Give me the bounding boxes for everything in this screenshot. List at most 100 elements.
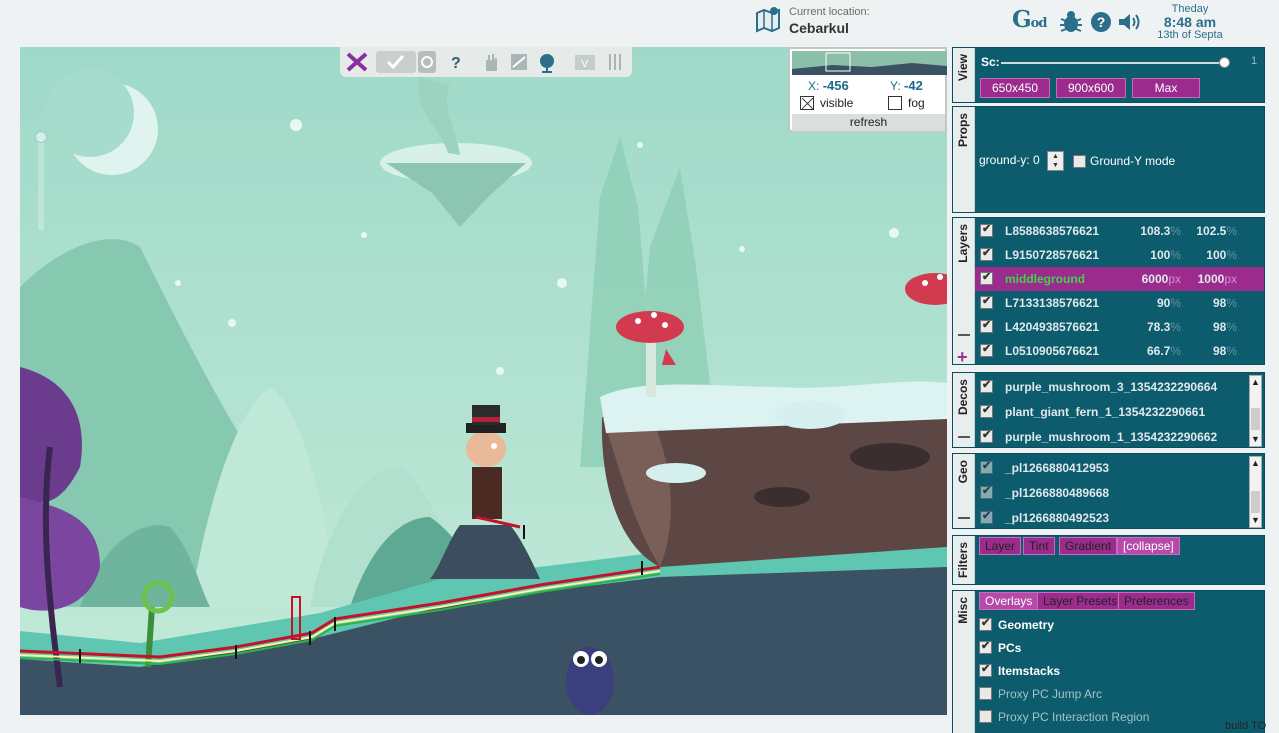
minimap-image[interactable] xyxy=(792,51,947,75)
cross-tools-icon[interactable] xyxy=(345,51,369,73)
geo-row[interactable]: _pl1266880492523 xyxy=(975,506,1246,530)
decos-tab[interactable]: Decos xyxy=(953,373,975,447)
deco-checkbox[interactable] xyxy=(980,378,993,393)
minimap: X: -456 Y: -42 visible fog refresh xyxy=(788,47,947,132)
size-max-button[interactable]: Max xyxy=(1132,78,1200,98)
remove-layer-icon[interactable] xyxy=(958,334,970,336)
layer-visible-checkbox[interactable] xyxy=(980,222,993,237)
filter-tab-tint[interactable]: Tint xyxy=(1023,537,1055,555)
decos-scrollbar[interactable]: ▲ ▼ xyxy=(1249,375,1262,447)
scroll-up-icon[interactable]: ▲ xyxy=(1250,457,1261,470)
size-650x450-button[interactable]: 650x450 xyxy=(980,78,1050,98)
deco-checkbox[interactable] xyxy=(980,403,993,418)
remove-deco-icon[interactable] xyxy=(958,436,970,438)
deco-name: purple_mushroom_3_1354232290664 xyxy=(1005,380,1218,394)
scroll-up-icon[interactable]: ▲ xyxy=(1250,376,1261,389)
layer-row[interactable]: L0510905676621 66.7% 98% xyxy=(975,339,1264,363)
misc-tab-layer-presets[interactable]: Layer Presets xyxy=(1037,592,1124,610)
layer-visible-checkbox[interactable] xyxy=(980,342,993,357)
add-layer-icon[interactable]: + xyxy=(957,348,971,366)
columns-icon[interactable] xyxy=(606,51,624,73)
filter-tab-collapse[interactable]: [collapse] xyxy=(1117,537,1180,555)
layer-value-y: 98 xyxy=(1212,320,1227,334)
deco-checkbox[interactable] xyxy=(980,428,993,443)
filters-tab[interactable]: Filters xyxy=(953,536,975,584)
layer-row[interactable]: middleground 6000px 1000px xyxy=(975,267,1264,291)
scroll-thumb[interactable] xyxy=(1251,491,1260,513)
zoom-slider[interactable] xyxy=(35,131,47,231)
globe-icon[interactable] xyxy=(536,51,558,73)
layer-visible-checkbox[interactable] xyxy=(980,270,993,285)
geo-row[interactable]: _pl1266880412953 xyxy=(975,456,1246,480)
misc-tab[interactable]: Misc xyxy=(953,591,975,733)
misc-tab-overlays[interactable]: Overlays xyxy=(979,592,1039,610)
scroll-down-icon[interactable]: ▼ xyxy=(1250,433,1261,446)
zoom-slider-knob[interactable] xyxy=(35,131,47,143)
deco-row[interactable]: purple_mushroom_3_1354232290664 xyxy=(975,375,1246,399)
fog-checkbox[interactable]: fog xyxy=(888,96,925,110)
scale-slider-knob[interactable] xyxy=(1219,57,1230,68)
clock-date: 13th of Septa xyxy=(1157,29,1223,41)
layer-parallax-x: 78.3% xyxy=(1125,320,1181,334)
circle-icon[interactable] xyxy=(418,51,436,73)
deco-row[interactable]: plant_giant_fern_1_1354232290661 xyxy=(975,400,1246,424)
geo-checkbox[interactable] xyxy=(980,484,993,499)
ground-y-stepper[interactable]: ▲ ▼ xyxy=(1047,151,1064,171)
fog-box[interactable] xyxy=(888,96,902,110)
deco-row[interactable]: purple_mushroom_1_1354232290662 xyxy=(975,425,1246,449)
size-900x600-button[interactable]: 900x600 xyxy=(1056,78,1126,98)
layer-row[interactable]: L7133138576621 90% 98% xyxy=(975,291,1264,315)
game-viewport[interactable]: ? V X: -456 Y: -42 visible fog refresh xyxy=(20,47,947,715)
geo-scrollbar[interactable]: ▲ ▼ xyxy=(1249,456,1262,528)
layer-visible-checkbox[interactable] xyxy=(980,246,993,261)
overlay-checkbox[interactable] xyxy=(979,710,992,723)
hint-icon[interactable]: ? xyxy=(442,51,464,73)
game-scene[interactable] xyxy=(20,47,947,715)
geo-checkbox[interactable] xyxy=(980,509,993,524)
layer-value-y: 98 xyxy=(1212,344,1227,358)
props-tab[interactable]: Props xyxy=(953,107,975,212)
map-icon[interactable] xyxy=(754,5,782,33)
visible-checkbox[interactable]: visible xyxy=(800,96,853,110)
layer-visible-checkbox[interactable] xyxy=(980,318,993,333)
view-tab[interactable]: View xyxy=(953,48,975,102)
scroll-thumb[interactable] xyxy=(1251,408,1260,430)
misc-tab-preferences[interactable]: Preferences xyxy=(1118,592,1195,610)
y-value: -42 xyxy=(904,78,923,93)
layer-visible-checkbox[interactable] xyxy=(980,294,993,309)
geo-row[interactable]: _pl1266880489668 xyxy=(975,481,1246,505)
overlay-checkbox[interactable] xyxy=(979,639,992,654)
layer-value-y: 102.5 xyxy=(1196,224,1227,238)
refresh-button[interactable]: refresh xyxy=(792,114,945,131)
filter-tab-layer[interactable]: Layer xyxy=(979,537,1022,555)
geo-panel: Geo _pl1266880412953 _pl1266880489668 _pl1… xyxy=(952,453,1265,529)
layers-tab[interactable]: Layers + xyxy=(953,218,975,366)
layer-name: L9150728576621 xyxy=(1005,248,1100,262)
layer-value-x: 78.3 xyxy=(1146,320,1171,334)
v-icon[interactable]: V xyxy=(574,51,596,73)
overlay-checkbox[interactable] xyxy=(979,616,992,631)
sound-icon[interactable] xyxy=(1116,9,1142,35)
ground-y-mode-checkbox[interactable] xyxy=(1073,155,1086,168)
scale-slider[interactable] xyxy=(1001,57,1230,68)
visible-box[interactable] xyxy=(800,96,814,110)
hand-icon[interactable] xyxy=(480,51,502,73)
layer-row[interactable]: L4204938576621 78.3% 98% xyxy=(975,315,1264,339)
remove-geo-icon[interactable] xyxy=(958,517,970,519)
pan-icon[interactable] xyxy=(508,51,530,73)
filter-tab-gradient[interactable]: Gradient xyxy=(1059,537,1118,555)
geo-checkbox[interactable] xyxy=(980,459,993,474)
geo-tab[interactable]: Geo xyxy=(953,454,975,528)
check-button[interactable] xyxy=(376,51,416,73)
layer-value-y: 98 xyxy=(1212,296,1227,310)
layer-row[interactable]: L9150728576621 100% 100% xyxy=(975,243,1264,267)
bug-icon[interactable] xyxy=(1058,9,1084,35)
overlay-checkbox[interactable] xyxy=(979,687,992,700)
layer-unit-x: % xyxy=(1170,224,1181,238)
layer-row[interactable]: L8588638576621 108.3% 102.5% xyxy=(975,219,1264,243)
overlay-checkbox[interactable] xyxy=(979,662,992,677)
decos-tab-label: Decos xyxy=(956,379,970,416)
scroll-down-icon[interactable]: ▼ xyxy=(1250,514,1261,527)
scale-label: Sc: xyxy=(981,55,1000,69)
help-icon[interactable]: ? xyxy=(1088,9,1114,35)
